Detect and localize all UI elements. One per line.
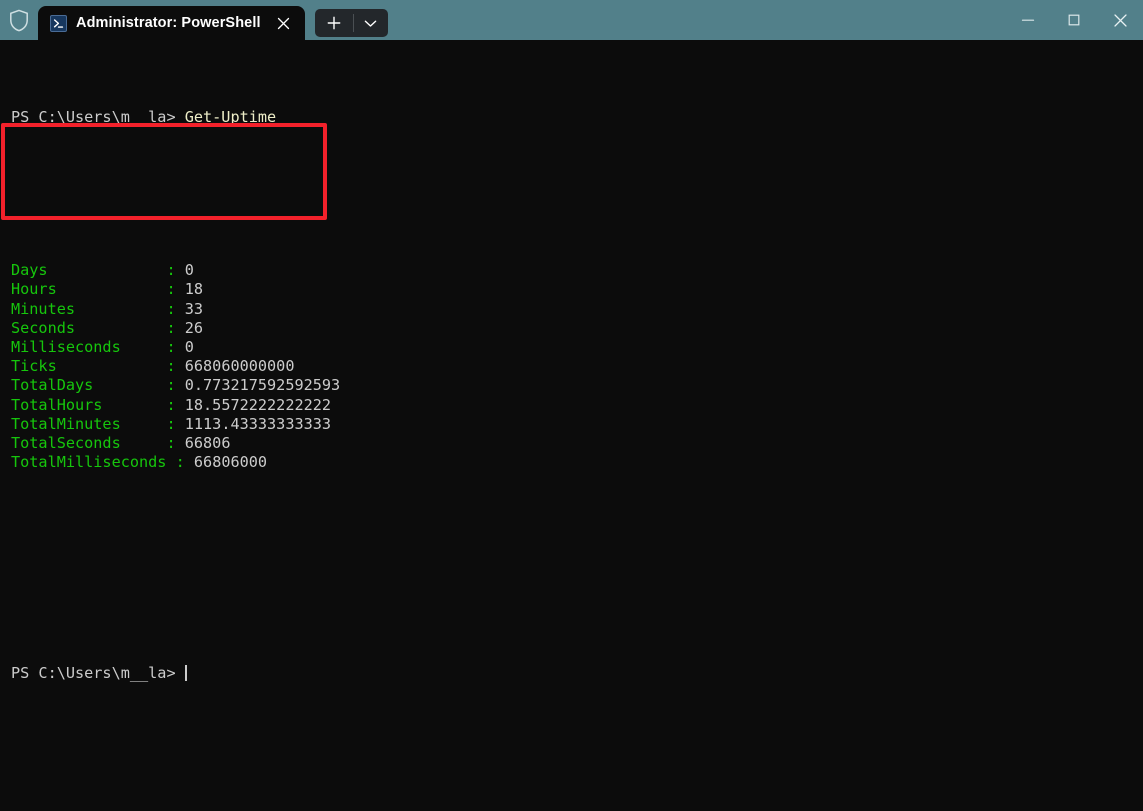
shield-icon	[0, 0, 38, 40]
output-value: 1113.43333333333	[185, 415, 331, 433]
output-padding	[57, 357, 167, 375]
output-value: 0	[185, 261, 194, 279]
command-line: PS C:\Users\m__la> Get-Uptime	[11, 108, 1143, 127]
output-separator: :	[166, 338, 184, 356]
output-label: Days	[11, 261, 48, 279]
output-row: Seconds : 26	[11, 319, 1143, 338]
prompt-text: PS C:\Users\m__la>	[11, 108, 176, 126]
output-row: TotalMilliseconds : 66806000	[11, 453, 1143, 472]
output-value: 66806000	[194, 453, 267, 471]
output-label: TotalHours	[11, 396, 102, 414]
output-row: TotalSeconds : 66806	[11, 434, 1143, 453]
chevron-down-icon[interactable]	[354, 9, 388, 37]
output-value: 0.773217592592593	[185, 376, 340, 394]
output-padding	[93, 376, 166, 394]
output-label: TotalMilliseconds	[11, 453, 166, 471]
output-label: TotalMinutes	[11, 415, 121, 433]
new-tab-group	[315, 9, 388, 37]
text-cursor	[185, 665, 187, 681]
maximize-button[interactable]	[1051, 0, 1097, 40]
uptime-output-rows: Days : 0Hours : 18Minutes : 33Seconds : …	[11, 261, 1143, 472]
output-row: Milliseconds : 0	[11, 338, 1143, 357]
final-prompt-line: PS C:\Users\m__la>	[11, 664, 1143, 683]
output-separator: :	[166, 357, 184, 375]
output-label: TotalSeconds	[11, 434, 121, 452]
output-label: Milliseconds	[11, 338, 121, 356]
new-tab-button[interactable]	[315, 9, 353, 37]
output-separator: :	[166, 434, 184, 452]
terminal-text: PS C:\Users\m__la> Get-Uptime Days : 0Ho…	[11, 50, 1143, 722]
output-value: 668060000000	[185, 357, 295, 375]
output-row: Hours : 18	[11, 280, 1143, 299]
output-value: 33	[185, 300, 203, 318]
output-padding	[48, 261, 167, 279]
output-padding	[121, 434, 167, 452]
output-separator: :	[166, 300, 184, 318]
title-bar: Administrator: PowerShell	[0, 0, 1143, 40]
close-window-button[interactable]	[1097, 0, 1143, 40]
output-value: 18.5572222222222	[185, 396, 331, 414]
output-label: TotalDays	[11, 376, 93, 394]
powershell-icon	[50, 15, 67, 32]
output-row: TotalHours : 18.5572222222222	[11, 396, 1143, 415]
output-separator: :	[166, 396, 184, 414]
final-prompt-text: PS C:\Users\m__la>	[11, 664, 185, 682]
blank-line	[11, 184, 1143, 203]
command-text: Get-Uptime	[176, 108, 277, 126]
output-label: Hours	[11, 280, 57, 298]
output-row: TotalMinutes : 1113.43333333333	[11, 415, 1143, 434]
minimize-button[interactable]	[1005, 0, 1051, 40]
output-separator: :	[166, 319, 184, 337]
output-padding	[57, 280, 167, 298]
output-value: 66806	[185, 434, 231, 452]
output-separator: :	[166, 376, 184, 394]
output-value: 0	[185, 338, 194, 356]
close-tab-icon[interactable]	[269, 9, 299, 37]
output-row: Ticks : 668060000000	[11, 357, 1143, 376]
output-label: Seconds	[11, 319, 75, 337]
tab-administrator-powershell[interactable]: Administrator: PowerShell	[38, 6, 305, 40]
output-label: Ticks	[11, 357, 57, 375]
output-padding	[121, 338, 167, 356]
tab-title: Administrator: PowerShell	[76, 15, 261, 31]
output-separator: :	[166, 280, 184, 298]
output-separator: :	[166, 261, 184, 279]
output-value: 26	[185, 319, 203, 337]
blank-line-3	[11, 588, 1143, 607]
output-row: TotalDays : 0.773217592592593	[11, 376, 1143, 395]
output-padding	[75, 300, 166, 318]
output-separator: :	[166, 415, 184, 433]
output-padding	[75, 319, 166, 337]
output-padding	[121, 415, 167, 433]
output-row: Minutes : 33	[11, 300, 1143, 319]
output-padding	[102, 396, 166, 414]
terminal-output-area[interactable]: PS C:\Users\m__la> Get-Uptime Days : 0Ho…	[0, 40, 1143, 811]
window-controls	[1005, 0, 1143, 40]
output-value: 18	[185, 280, 203, 298]
output-separator: :	[176, 453, 194, 471]
output-label: Minutes	[11, 300, 75, 318]
output-row: Days : 0	[11, 261, 1143, 280]
powershell-window: Administrator: PowerShell	[0, 0, 1143, 811]
output-padding	[166, 453, 175, 471]
blank-line-2	[11, 530, 1143, 549]
